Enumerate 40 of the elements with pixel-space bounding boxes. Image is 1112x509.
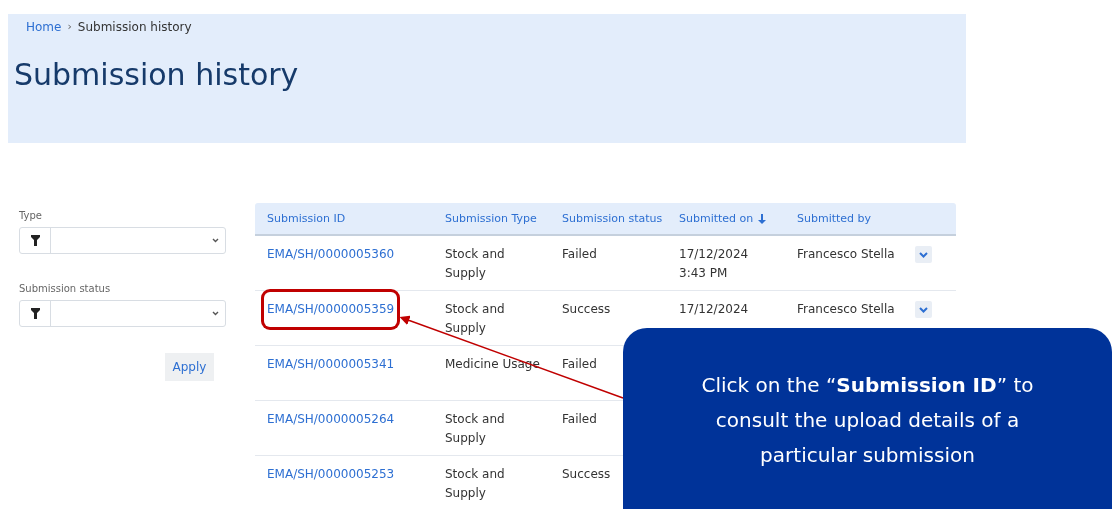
breadcrumb-link[interactable]: Home (26, 19, 62, 34)
table-cell-text: Success (561, 301, 612, 318)
submission-id-link[interactable]: EMA/SH/0000005253 (264, 465, 398, 484)
chevron-down-icon (919, 251, 928, 258)
table-cell-text: 17/12/2024 (678, 301, 750, 318)
submission-id-link[interactable]: EMA/SH/0000005264 (264, 410, 398, 429)
sort-arrow-icon (758, 213, 767, 224)
filter-icon (30, 235, 40, 246)
chevron-down-icon (212, 311, 219, 316)
submission-id-link[interactable]: EMA/SH/0000005341 (264, 355, 398, 374)
table-cell-text: Stock and Supply (444, 246, 506, 282)
page-title: Submission history (14, 57, 300, 92)
filter-icon (30, 308, 40, 319)
filter-label: Type (19, 210, 43, 221)
table-cell-text: Failed (561, 246, 598, 263)
submission-id-link[interactable]: EMA/SH/0000005360 (264, 245, 398, 264)
table-cell-text: Stock and Supply (444, 301, 506, 337)
table-cell-text: Failed (561, 356, 598, 373)
column-header[interactable]: Submission status (550, 212, 667, 225)
table-cell-text: Success (561, 466, 612, 483)
chevron-down-icon (212, 238, 219, 243)
table-cell-text: Francesco Stella (796, 301, 896, 318)
expand-button[interactable] (915, 301, 932, 318)
submission-id-link[interactable]: EMA/SH/0000005359 (264, 292, 398, 327)
table-cell-text: 17/12/2024 3:43 PM (678, 246, 750, 282)
breadcrumb-separator: › (67, 20, 72, 33)
tooltip-callout: Click on the “Submission ID” to consult the upload details of a particular submission (623, 328, 1112, 509)
breadcrumb-current: Submission history (77, 19, 192, 34)
table-cell-text: Francesco Stella (796, 246, 896, 263)
column-header[interactable]: Submitted by (785, 212, 903, 225)
table-cell-text: Failed (561, 411, 598, 428)
column-header[interactable]: Submission ID (255, 212, 433, 225)
apply-button[interactable]: Apply (165, 353, 214, 381)
chevron-down-icon (919, 306, 928, 313)
expand-button[interactable] (915, 246, 932, 263)
column-header[interactable]: Submission Type (433, 212, 550, 225)
table-cell-text: Stock and Supply (444, 466, 506, 502)
table-cell-text: Stock and Supply (444, 411, 506, 447)
filter-label: Submission status (19, 283, 112, 294)
column-header[interactable]: Submitted on (667, 212, 785, 225)
